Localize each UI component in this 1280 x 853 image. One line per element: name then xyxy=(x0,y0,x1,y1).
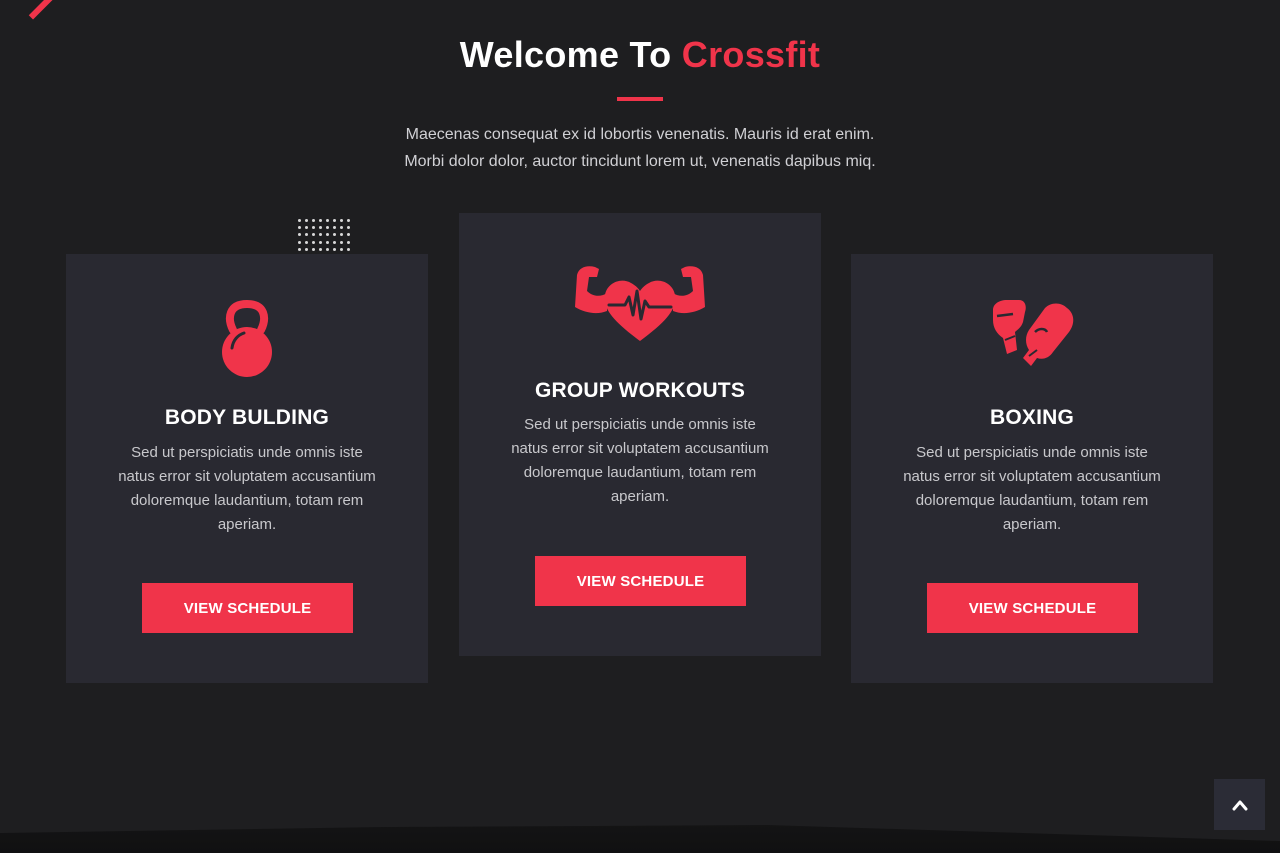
service-card-body-building: BODY BULDING Sed ut perspiciatis unde om… xyxy=(66,254,428,683)
crossfit-welcome-section: Welcome To Crossfit Maecenas consequat e… xyxy=(0,0,1280,853)
bottom-decorative-band xyxy=(0,825,1280,853)
intro-line: Morbi dolor dolor, auctor tincidunt lore… xyxy=(404,153,876,170)
view-schedule-button[interactable]: VIEW SCHEDULE xyxy=(142,583,353,633)
scroll-to-top-button[interactable] xyxy=(1214,779,1265,830)
card-description: Sed ut perspiciatis unde omnis iste natu… xyxy=(903,444,1161,533)
chevron-up-icon xyxy=(1232,800,1247,810)
heart-muscle-icon xyxy=(459,261,821,345)
view-schedule-button[interactable]: VIEW SCHEDULE xyxy=(927,583,1138,633)
card-title: GROUP WORKOUTS xyxy=(534,379,746,402)
decorative-dot-grid xyxy=(298,219,358,255)
service-card-boxing: BOXING Sed ut perspiciatis unde omnis is… xyxy=(851,254,1213,683)
view-schedule-button[interactable]: VIEW SCHEDULE xyxy=(535,556,746,606)
boxing-gloves-icon xyxy=(851,300,1213,376)
title-underline xyxy=(617,97,663,101)
card-title: BODY BULDING xyxy=(164,406,330,429)
section-title-accent: Crossfit xyxy=(681,34,821,75)
section-intro: Maecenas consequat ex id lobortis venena… xyxy=(340,121,940,175)
section-title: Welcome To Crossfit xyxy=(0,34,1280,76)
kettlebell-icon xyxy=(66,300,428,378)
card-description: Sed ut perspiciatis unde omnis iste natu… xyxy=(511,416,769,505)
card-title: BOXING xyxy=(989,406,1075,429)
intro-line: Maecenas consequat ex id lobortis venena… xyxy=(405,126,875,143)
service-card-group-workouts: GROUP WORKOUTS Sed ut perspiciatis unde … xyxy=(459,213,821,656)
card-description: Sed ut perspiciatis unde omnis iste natu… xyxy=(118,444,376,533)
decorative-slash xyxy=(28,0,55,20)
section-title-prefix: Welcome To xyxy=(459,34,672,75)
